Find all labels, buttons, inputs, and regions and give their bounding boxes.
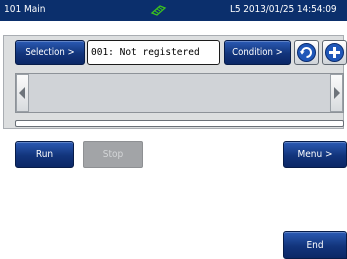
screen-title: 101 Main: [4, 4, 46, 15]
horizontal-scrollbar[interactable]: [15, 120, 344, 127]
selection-button[interactable]: Selection >: [15, 40, 85, 65]
chevron-left-icon: [19, 87, 25, 99]
battery-icon: [150, 5, 167, 16]
header-bar: 101 Main L5 2013/01/25 14:54:09: [0, 0, 347, 21]
run-button[interactable]: Run: [15, 141, 74, 168]
scroll-right-button[interactable]: [330, 74, 343, 112]
end-button[interactable]: End: [283, 231, 347, 259]
refresh-button[interactable]: [294, 40, 319, 65]
selection-list[interactable]: [30, 74, 329, 112]
scroll-left-button[interactable]: [16, 74, 29, 112]
refresh-icon: [297, 43, 316, 62]
add-button[interactable]: [322, 40, 347, 65]
status-text: L5 2013/01/25 14:54:09: [230, 4, 337, 15]
stop-button[interactable]: Stop: [83, 141, 143, 168]
condition-button[interactable]: Condition >: [224, 40, 291, 65]
add-icon: [325, 43, 344, 62]
chevron-right-icon: [334, 87, 340, 99]
menu-button[interactable]: Menu >: [283, 141, 347, 168]
register-field[interactable]: 001: Not registered: [87, 40, 220, 65]
